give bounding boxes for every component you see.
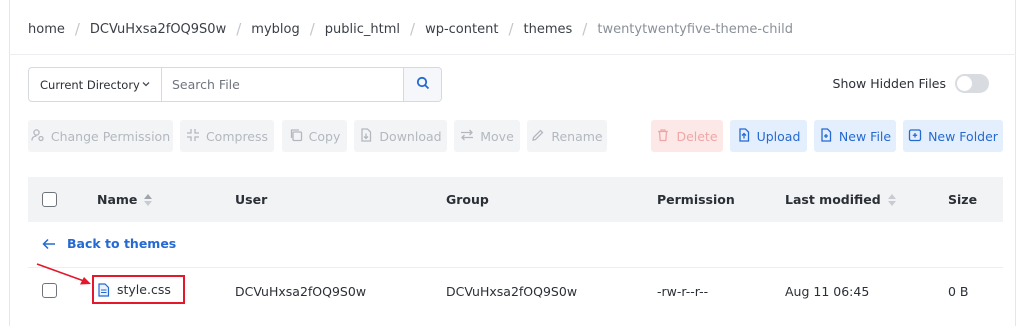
compress-icon [186,128,200,145]
search-scope-label: Current Directory [40,77,140,92]
new-folder-button[interactable]: New Folder [903,120,1003,152]
breadcrumb-separator: / [74,20,80,38]
user-key-icon [31,128,45,145]
search-input[interactable] [162,68,403,101]
table-row[interactable]: style.css DCVuHxsa2fOQ9S0w DCVuHxsa2fOQ9… [28,269,1003,313]
breadcrumb-public-html[interactable]: public_html [325,22,400,37]
breadcrumb-current: twentytwentyfive-theme-child [597,21,793,37]
new-file-button[interactable]: New File [814,120,896,152]
file-name: style.css [117,282,171,297]
file-icon [98,282,110,297]
column-size: Size [948,177,977,222]
file-last-modified: Aug 11 06:45 [785,283,870,299]
delete-label: Delete [676,128,718,144]
search-icon [416,75,430,94]
file-user: DCVuHxsa2fOQ9S0w [235,283,367,299]
column-permission-label: Permission [657,192,735,207]
column-name[interactable]: Name [97,177,153,222]
copy-button[interactable]: Copy [282,120,347,152]
upload-file-icon [737,127,751,145]
divider [9,54,1016,55]
breadcrumb-separator: / [309,20,315,38]
show-hidden-files-label: Show Hidden Files [832,76,946,91]
pencil-icon [531,128,545,145]
column-permission: Permission [657,177,735,222]
show-hidden-files: Show Hidden Files [833,74,989,93]
upload-button[interactable]: Upload [730,120,807,152]
back-link[interactable]: Back to themes [42,236,176,251]
breadcrumb-separator: / [508,20,514,38]
column-user-label: User [235,192,268,207]
file-group: DCVuHxsa2fOQ9S0w [446,283,578,299]
chevron-down-icon [141,78,151,92]
file-size: 0 B [948,283,969,299]
column-group-label: Group [446,192,489,207]
column-size-label: Size [948,192,978,207]
back-link-label: Back to themes [67,236,177,251]
rename-button[interactable]: Rename [527,120,607,152]
column-last-modified[interactable]: Last modified [785,177,896,222]
breadcrumb-user-dir[interactable]: DCVuHxsa2fOQ9S0w [90,22,226,37]
trash-icon [656,128,670,145]
search-bar: Current Directory [28,67,442,102]
copy-label: Copy [308,128,341,144]
search-scope-select[interactable]: Current Directory [29,68,162,101]
new-folder-label: New Folder [928,128,998,144]
new-file-icon [819,127,833,145]
sort-icon [144,193,153,206]
row-checkbox[interactable] [42,283,57,298]
arrow-left-icon [42,238,56,250]
show-hidden-files-toggle[interactable] [955,74,989,93]
compress-label: Compress [205,128,269,144]
move-label: Move [480,128,514,144]
delete-button[interactable]: Delete [651,120,723,152]
breadcrumb-home[interactable]: home [28,22,65,37]
search-button[interactable] [403,68,441,101]
rename-label: Rename [551,128,603,144]
change-permission-label: Change Permission [50,128,171,144]
breadcrumb-themes[interactable]: themes [524,22,573,37]
select-all-checkbox[interactable] [42,192,57,207]
new-folder-icon [908,128,922,145]
back-row: Back to themes [28,223,1003,268]
breadcrumb-myblog[interactable]: myblog [251,22,299,37]
table-header: Name User Group Permission Last modified… [28,177,1003,222]
file-permission: -rw-r--r-- [657,283,709,299]
column-user: User [235,177,267,222]
download-button[interactable]: Download [354,120,447,152]
new-file-label: New File [838,128,892,144]
download-file-icon [359,127,373,145]
column-group: Group [446,177,489,222]
file-name-highlight[interactable]: style.css [92,275,185,304]
move-arrows-icon [460,128,474,145]
breadcrumb-separator: / [582,20,588,38]
column-last-modified-label: Last modified [785,192,881,207]
breadcrumb-separator: / [236,20,242,38]
change-permission-button[interactable]: Change Permission [28,120,173,152]
download-label: Download [379,128,442,144]
upload-label: Upload [756,128,801,144]
column-name-label: Name [97,192,138,207]
sort-icon [887,193,896,206]
move-button[interactable]: Move [454,120,520,152]
copy-icon [289,128,303,145]
compress-button[interactable]: Compress [180,120,274,152]
breadcrumb: home / DCVuHxsa2fOQ9S0w / myblog / publi… [28,19,793,39]
breadcrumb-wp-content[interactable]: wp-content [425,22,498,37]
breadcrumb-separator: / [410,20,416,38]
